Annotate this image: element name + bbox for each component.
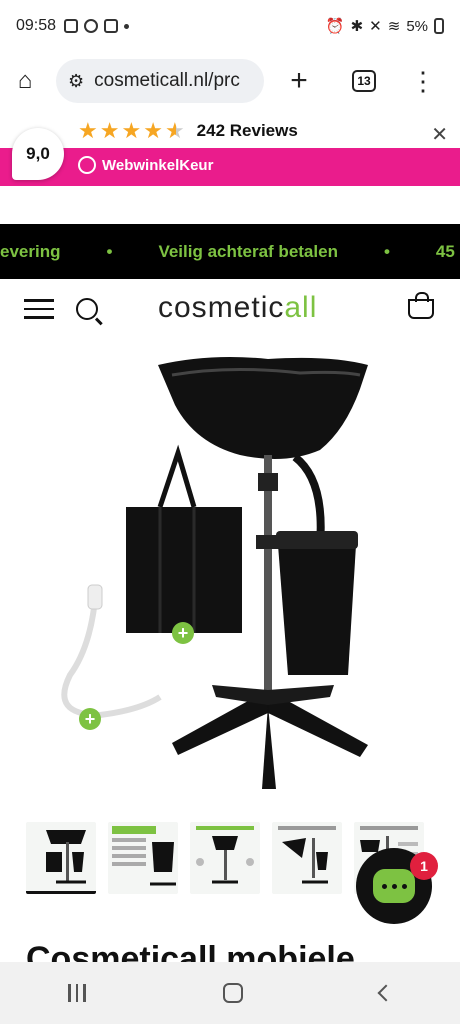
thumbnail-4[interactable] [272,822,342,894]
half-star-icon: ★ [164,118,185,143]
system-icons: ⏰ ✱ ✕ ≋ 5% [326,17,444,35]
water-bucket [278,545,356,675]
brand-logo-part: cos [158,291,208,324]
menu-icon[interactable]: ⋮ [410,66,436,96]
battery-icon [434,18,444,34]
brand-logo[interactable]: cosmeticall [158,291,317,325]
brand-logo-part: metic [207,291,285,324]
webwinkelkeur-badge[interactable]: WebwinkelKeur [78,156,213,174]
thumbnail-3[interactable] [190,822,260,894]
site-settings-icon[interactable]: ⚙ [68,71,84,92]
site-header: cosmeticall [0,279,460,339]
thumbnail-1[interactable] [26,822,96,894]
battery-label: 5% [406,17,428,35]
svg-text:+: + [178,623,189,643]
thumbnail-2[interactable] [108,822,178,894]
promo-item: evering [0,241,61,261]
star-icon: ★ [121,118,142,143]
url-text: cosmeticall.nl/prc [94,70,240,91]
review-stars: ★ ★ ★ ★ ★ 242 Reviews [78,118,298,144]
promo-item: Veilig achteraf betalen [158,241,338,261]
url-bar[interactable]: ⚙ cosmeticall.nl/prc [56,59,264,103]
browser-toolbar: ⌂ ⚙ cosmeticall.nl/prc + 13 ⋮ [0,52,460,110]
notification-icons [64,19,130,33]
system-navigation-bar [0,962,460,1024]
review-score: 9,0 [12,128,64,180]
brand-logo-part: all [284,291,318,324]
search-icon[interactable] [76,298,98,320]
promo-separator: • [106,241,113,261]
review-banner: 9,0 ★ ★ ★ ★ ★ 242 Reviews WebwinkelKeur … [0,110,460,186]
home-button-icon[interactable] [222,983,243,1003]
mute-icon: ✕ [369,18,382,35]
webwinkelkeur-logo-icon [78,156,96,174]
promo-item: 45 [435,241,455,261]
status-time: 09:58 [16,17,57,34]
webwinkelkeur-label: WebwinkelKeur [102,156,214,174]
alarm-icon: ⏰ [325,18,345,35]
star-icon: ★ [99,118,120,143]
back-icon[interactable] [377,984,395,1002]
recents-icon[interactable] [68,984,86,1002]
reviews-count[interactable]: 242 Reviews [197,121,298,141]
more-dot-icon [124,23,130,29]
wifi-icon: ≋ [387,18,401,35]
review-banner-pink-strip [0,148,460,186]
promo-ticker: evering • Veilig achteraf betalen • 45 [0,224,460,279]
svg-text:+: + [85,709,96,729]
tab-switcher-button[interactable]: 13 [352,70,376,92]
download-icon [104,19,119,33]
bluetooth-icon: ✱ [350,18,364,35]
chat-notification-badge: 1 [410,852,438,880]
close-icon[interactable]: ✕ [431,122,448,147]
chat-icon [373,869,415,903]
home-icon[interactable]: ⌂ [12,67,38,94]
carry-bag [126,507,242,633]
new-tab-icon[interactable]: + [286,64,312,97]
product-image[interactable]: + + [0,345,460,805]
promo-separator: • [383,241,390,261]
hamburger-menu-icon[interactable] [24,299,54,319]
star-icon: ★ [143,118,163,143]
sync-icon [84,19,99,33]
cart-icon[interactable] [408,292,434,319]
status-bar: 09:58 ⏰ ✱ ✕ ≋ 5% [0,0,460,52]
alert-icon [64,19,79,33]
star-icon: ★ [78,118,98,143]
